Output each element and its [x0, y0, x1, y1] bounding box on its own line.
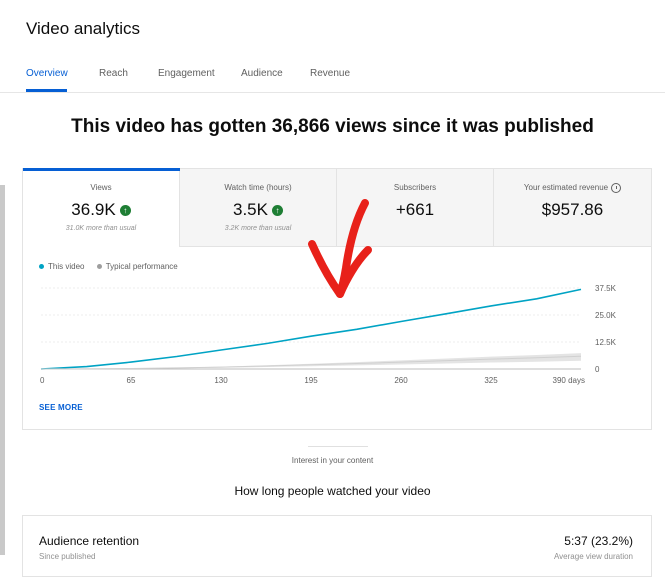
x-tick-label: 325 [484, 376, 498, 385]
metric-label-wrap: Your estimated revenue [494, 183, 651, 193]
legend-item-this-video: This video [39, 262, 84, 271]
chart-legend: This video Typical performance [39, 262, 178, 271]
retention-value: 5:37 (23.2%) [564, 534, 633, 548]
legend-item-typical: Typical performance [96, 262, 178, 271]
x-tick-label: 390 days [553, 376, 585, 385]
typical-performance-band [41, 353, 581, 369]
legend-dot-icon [96, 264, 102, 270]
tab-engagement[interactable]: Engagement [158, 68, 215, 79]
y-tick-label: 25.0K [595, 311, 617, 320]
arrow-up-icon: ↑ [271, 205, 283, 217]
x-tick-label: 260 [394, 376, 408, 385]
y-tick-label: 12.5K [595, 338, 617, 347]
tab-revenue[interactable]: Revenue [310, 68, 350, 79]
retention-value-label: Average view duration [553, 552, 633, 561]
metric-value-wrap: 3.5K ↑ [180, 200, 336, 220]
metric-label: Views [90, 183, 112, 192]
page-title: Video analytics [26, 19, 141, 38]
metric-revenue[interactable]: Your estimated revenue $957.86 [494, 169, 651, 247]
metric-comparison: 31.0K more than usual [65, 225, 137, 232]
series-line-typical [40, 355, 582, 370]
series-line-this-video [40, 288, 582, 370]
arrow-up-icon: ↑ [119, 205, 131, 217]
y-tick-label: 37.5K [595, 284, 617, 293]
tab-overview[interactable]: Overview [26, 68, 68, 79]
metric-value: $957.86 [541, 200, 604, 219]
y-tick-label: 0 [595, 365, 600, 374]
audience-retention-card[interactable]: Audience retention Since published 5:37 … [22, 515, 652, 577]
left-scroll-edge [0, 185, 5, 555]
legend-label: This video [48, 262, 85, 271]
x-tick-label: 0 [40, 376, 45, 385]
section-title: How long people watched your video [234, 484, 431, 498]
x-tick-label: 65 [127, 376, 136, 385]
views-headline: This video has gotten 36,866 views since… [71, 116, 594, 137]
metric-label: Watch time (hours) [224, 183, 292, 192]
tab-reach[interactable]: Reach [99, 68, 128, 79]
metric-subscribers[interactable]: Subscribers +661 [337, 169, 494, 247]
metric-value-wrap: 36.9K ↑ [23, 200, 179, 220]
legend-dot-icon [39, 264, 44, 270]
tab-audience[interactable]: Audience [241, 68, 283, 79]
metric-value: +661 [395, 200, 435, 219]
overview-card: Views 36.9K ↑ 31.0K more than usual Watch… [22, 168, 652, 430]
tab-bar: Overview Reach Engagement Audience Reven… [0, 60, 665, 93]
section-divider [308, 446, 368, 447]
metric-value: 3.5K [233, 200, 268, 219]
metric-comparison: 3.2K more than usual [224, 225, 292, 232]
retention-subtitle: Since published [39, 552, 96, 561]
legend-label: Typical performance [105, 262, 178, 271]
x-tick-label: 130 [214, 376, 228, 385]
metric-label: Subscribers [393, 183, 437, 192]
see-more-link[interactable]: SEE MORE [39, 403, 83, 412]
info-icon[interactable] [611, 183, 622, 193]
section-label: Interest in your content [291, 456, 374, 465]
active-metric-indicator [23, 168, 180, 171]
metric-value: 36.9K [71, 200, 116, 219]
metric-label: Your estimated revenue [523, 183, 609, 193]
active-tab-indicator [26, 89, 67, 92]
x-tick-label: 195 [304, 376, 318, 385]
metric-views[interactable]: Views 36.9K ↑ 31.0K more than usual [23, 168, 180, 247]
metric-watch-time[interactable]: Watch time (hours) 3.5K ↑ 3.2K more than … [180, 169, 337, 247]
retention-title: Audience retention [39, 534, 140, 548]
